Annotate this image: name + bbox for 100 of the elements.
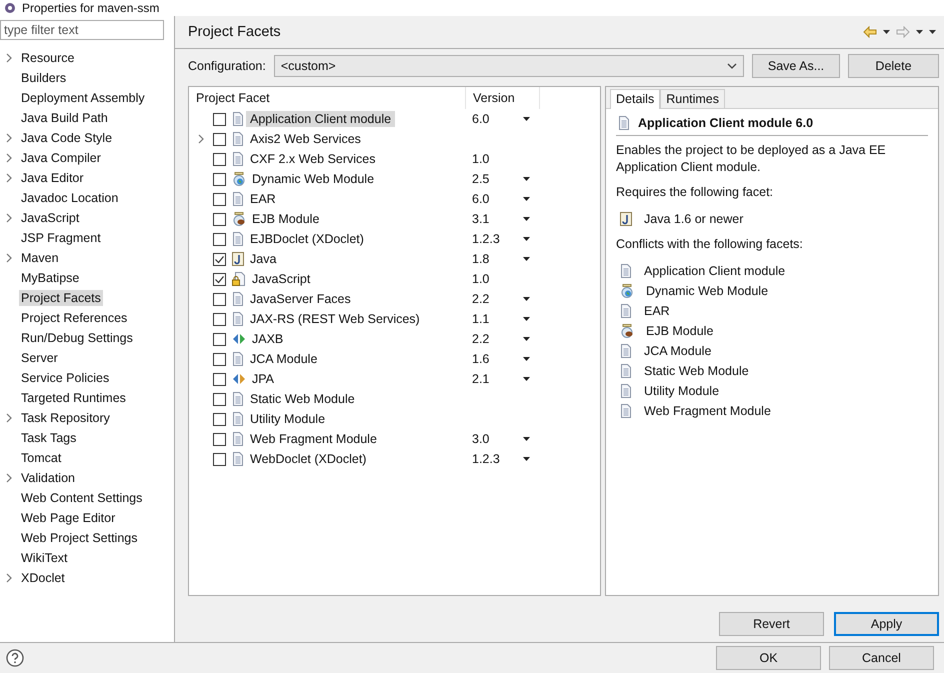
checkbox[interactable] xyxy=(213,152,226,166)
expand-chevron-icon[interactable] xyxy=(6,573,12,583)
checkbox[interactable] xyxy=(213,372,226,386)
facet-name[interactable]: EAR xyxy=(246,191,280,207)
sidebar-item[interactable]: Maven xyxy=(19,250,61,266)
facet-name[interactable]: Dynamic Web Module xyxy=(248,171,378,187)
expand-chevron-icon[interactable] xyxy=(6,253,12,263)
column-header[interactable]: Project Facet xyxy=(189,87,466,109)
facet-name[interactable]: JAX-RS (REST Web Services) xyxy=(246,311,424,327)
dropdown-caret-icon[interactable] xyxy=(523,257,530,261)
view-menu-icon[interactable] xyxy=(929,30,936,34)
cancel-button[interactable]: Cancel xyxy=(829,646,934,670)
sidebar-item[interactable]: Targeted Runtimes xyxy=(19,390,128,406)
facet-name[interactable]: JCA Module xyxy=(246,351,322,367)
dropdown-chevron-icon[interactable] xyxy=(727,63,737,69)
dropdown-caret-icon[interactable] xyxy=(523,217,530,221)
dropdown-caret-icon[interactable] xyxy=(523,377,530,381)
checkbox[interactable] xyxy=(213,392,226,406)
sidebar-item[interactable]: Server xyxy=(19,350,60,366)
dropdown-caret-icon[interactable] xyxy=(523,117,530,121)
expand-chevron-icon[interactable] xyxy=(6,133,12,143)
expand-chevron-icon[interactable] xyxy=(6,473,12,483)
checkbox[interactable] xyxy=(213,172,226,186)
facet-name[interactable]: Utility Module xyxy=(246,411,330,427)
facet-name[interactable]: CXF 2.x Web Services xyxy=(246,151,380,167)
tab[interactable]: Details xyxy=(610,89,660,109)
revert-button[interactable]: Revert xyxy=(719,612,824,636)
sidebar-item[interactable]: MyBatipse xyxy=(19,270,82,286)
help-icon[interactable] xyxy=(6,649,24,667)
dropdown-caret-icon[interactable] xyxy=(523,197,530,201)
column-header[interactable]: Version xyxy=(466,87,540,109)
expand-chevron-icon[interactable] xyxy=(6,413,12,423)
back-arrow-icon[interactable] xyxy=(863,26,877,38)
sidebar-item[interactable]: Project References xyxy=(19,310,130,326)
checkbox[interactable] xyxy=(213,412,226,426)
expand-chevron-icon[interactable] xyxy=(6,153,12,163)
facet-name[interactable]: JavaServer Faces xyxy=(246,291,355,307)
apply-button[interactable]: Apply xyxy=(834,612,939,636)
checkbox[interactable] xyxy=(213,292,226,306)
facet-name[interactable]: JPA xyxy=(248,371,278,387)
dropdown-caret-icon[interactable] xyxy=(523,357,530,361)
sidebar-item[interactable]: JavaScript xyxy=(19,210,82,226)
sidebar-item[interactable]: Deployment Assembly xyxy=(19,90,147,106)
checkbox[interactable] xyxy=(213,312,226,326)
checkbox[interactable] xyxy=(213,232,226,246)
sidebar-item[interactable]: XDoclet xyxy=(19,570,67,586)
facet-name[interactable]: EJB Module xyxy=(248,211,324,227)
dropdown-caret-icon[interactable] xyxy=(523,457,530,461)
facet-name[interactable]: Java xyxy=(246,251,280,267)
facet-name[interactable]: Axis2 Web Services xyxy=(246,131,365,147)
filter-field[interactable]: type filter text xyxy=(0,20,164,40)
tab[interactable]: Runtimes xyxy=(660,89,726,108)
facet-name[interactable]: Application Client module xyxy=(246,111,396,127)
checkbox[interactable] xyxy=(213,332,226,346)
save-as-button[interactable]: Save As... xyxy=(752,54,840,78)
facet-name[interactable]: JAXB xyxy=(248,331,288,347)
sidebar-item[interactable]: Builders xyxy=(19,70,68,86)
facet-name[interactable]: JavaScript xyxy=(248,271,314,287)
facet-name[interactable]: Static Web Module xyxy=(246,391,359,407)
dropdown-caret-icon[interactable] xyxy=(523,237,530,241)
dropdown-caret-icon[interactable] xyxy=(523,297,530,301)
expand-chevron-icon[interactable] xyxy=(6,173,12,183)
sidebar-item[interactable]: Validation xyxy=(19,470,77,486)
sidebar-item[interactable]: JSP Fragment xyxy=(19,230,103,246)
sidebar-item[interactable]: Run/Debug Settings xyxy=(19,330,135,346)
sidebar-item[interactable]: Web Content Settings xyxy=(19,490,144,506)
ok-button[interactable]: OK xyxy=(716,646,821,670)
expand-chevron-icon[interactable] xyxy=(6,213,12,223)
sidebar-item[interactable]: Java Editor xyxy=(19,170,86,186)
checkbox[interactable] xyxy=(213,132,226,146)
sidebar-item[interactable]: Javadoc Location xyxy=(19,190,120,206)
sidebar-item[interactable]: Tomcat xyxy=(19,450,64,466)
dropdown-caret-icon[interactable] xyxy=(523,437,530,441)
sidebar-item[interactable]: Web Page Editor xyxy=(19,510,118,526)
sidebar-item[interactable]: Java Compiler xyxy=(19,150,103,166)
sidebar-item[interactable]: Java Code Style xyxy=(19,130,114,146)
dropdown-caret-icon[interactable] xyxy=(523,177,530,181)
checkbox[interactable] xyxy=(213,192,226,206)
configuration-dropdown[interactable]: <custom> xyxy=(274,55,744,77)
facet-name[interactable]: EJBDoclet (XDoclet) xyxy=(246,231,368,247)
checkbox[interactable] xyxy=(213,272,226,286)
checkbox[interactable] xyxy=(213,432,226,446)
delete-button[interactable]: Delete xyxy=(848,54,939,78)
facet-name[interactable]: WebDoclet (XDoclet) xyxy=(246,451,370,467)
dropdown-caret-icon[interactable] xyxy=(883,30,890,34)
dropdown-caret-icon[interactable] xyxy=(523,337,530,341)
sidebar-item[interactable]: WikiText xyxy=(19,550,70,566)
dropdown-caret-icon[interactable] xyxy=(916,30,923,34)
sidebar-item[interactable]: Service Policies xyxy=(19,370,112,386)
checkbox[interactable] xyxy=(213,112,226,126)
sidebar-item[interactable]: Task Tags xyxy=(19,430,78,446)
sidebar-item[interactable]: Web Project Settings xyxy=(19,530,140,546)
checkbox[interactable] xyxy=(213,252,226,266)
checkbox[interactable] xyxy=(213,352,226,366)
sidebar-item[interactable]: Resource xyxy=(19,50,76,66)
checkbox[interactable] xyxy=(213,212,226,226)
sidebar-item[interactable]: Java Build Path xyxy=(19,110,110,126)
sidebar-item[interactable]: Task Repository xyxy=(19,410,112,426)
expand-chevron-icon[interactable] xyxy=(6,53,12,63)
facet-name[interactable]: Web Fragment Module xyxy=(246,431,381,447)
